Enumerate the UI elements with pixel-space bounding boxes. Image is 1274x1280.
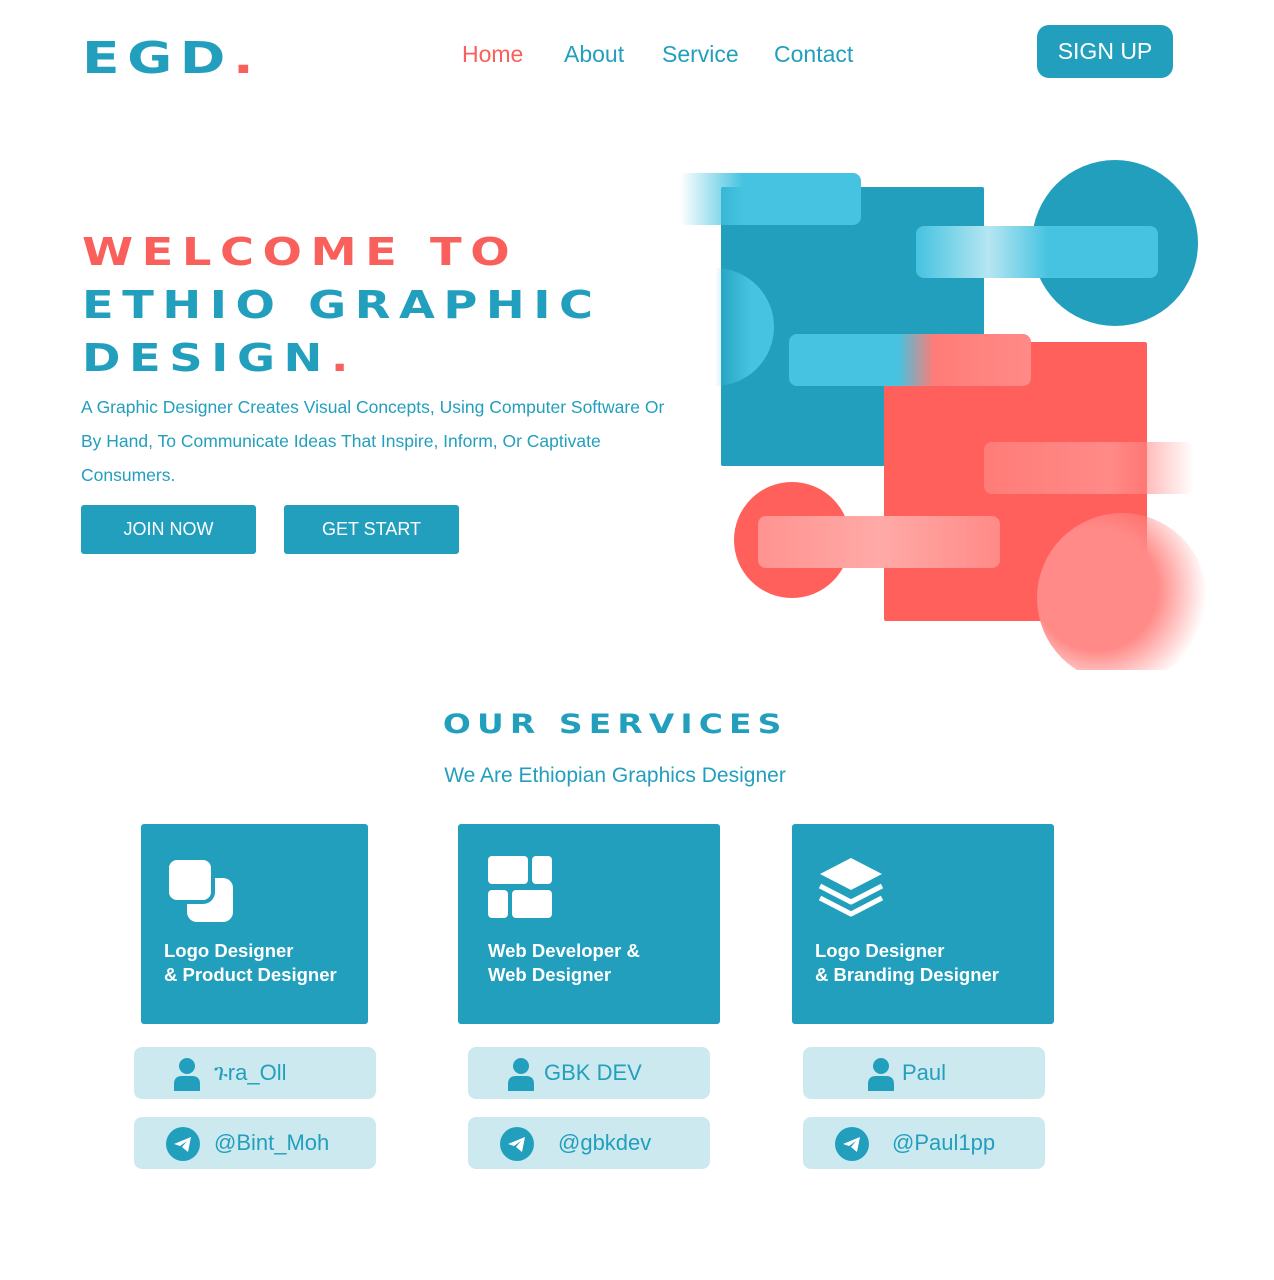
telegram-icon: [835, 1127, 869, 1161]
telegram-handle-pill[interactable]: @Paul1pp: [803, 1117, 1045, 1169]
hero-illustration: [680, 160, 1207, 670]
service-card-web[interactable]: Web Developer & Web Designer: [458, 824, 720, 1024]
telegram-icon: [500, 1127, 534, 1161]
join-now-button[interactable]: JOIN NOW: [81, 505, 256, 554]
designer-name: GBK DEV: [544, 1060, 642, 1085]
hero-title-dot: .: [330, 336, 358, 380]
logo-text: EGD: [82, 33, 233, 84]
designer-name-pill[interactable]: ጉra_Oll: [134, 1047, 376, 1099]
telegram-handle: @Bint_Moh: [214, 1130, 330, 1155]
service-card-logo-product[interactable]: Logo Designer & Product Designer: [141, 824, 368, 1024]
telegram-handle: @gbkdev: [558, 1130, 652, 1155]
get-start-button[interactable]: GET START: [284, 505, 459, 554]
designer-name: Paul: [902, 1060, 947, 1085]
designer-name: ጉra_Oll: [214, 1060, 287, 1085]
layers-icon: [818, 858, 884, 917]
nav-home[interactable]: Home: [462, 40, 523, 68]
service-card-logo-branding[interactable]: Logo Designer & Branding Designer: [792, 824, 1054, 1024]
overlap-squares-icon: [165, 856, 233, 922]
hero-title-line1: WELCOME TO: [82, 230, 519, 274]
nav-contact[interactable]: Contact: [774, 40, 853, 68]
user-icon: [174, 1058, 200, 1091]
service-card-label: Logo Designer & Branding Designer: [815, 940, 999, 985]
services-title-text: OUR SERVICES: [442, 709, 788, 740]
designer-name-pill[interactable]: GBK DEV: [468, 1047, 710, 1099]
hero-title-word: DESIGN: [82, 336, 331, 380]
telegram-handle-pill[interactable]: @gbkdev: [468, 1117, 710, 1169]
hero-title-line3: DESIGN.: [82, 336, 357, 380]
telegram-handle-pill[interactable]: @Bint_Moh: [134, 1117, 376, 1169]
telegram-icon: [166, 1127, 200, 1161]
logo-dot: .: [232, 33, 262, 84]
grid-blocks-icon: [488, 856, 552, 918]
services-subtitle: We Are Ethiopian Graphics Designer: [444, 764, 786, 787]
hero-description: A Graphic Designer Creates Visual Concep…: [81, 397, 665, 485]
services-title: OUR SERVICES: [0, 707, 1230, 743]
user-icon: [868, 1058, 894, 1091]
user-icon: [508, 1058, 534, 1091]
hero-title-line2: ETHIO GRAPHIC: [82, 283, 602, 327]
telegram-handle: @Paul1pp: [892, 1130, 996, 1155]
designer-name-pill[interactable]: Paul: [803, 1047, 1045, 1099]
service-card-label: Logo Designer & Product Designer: [164, 940, 337, 985]
signup-button[interactable]: SIGN UP: [1037, 25, 1173, 78]
nav-about[interactable]: About: [564, 40, 624, 68]
service-card-label: Web Developer & Web Designer: [488, 940, 640, 985]
nav-service[interactable]: Service: [662, 40, 739, 68]
logo[interactable]: EGD.: [82, 36, 261, 82]
